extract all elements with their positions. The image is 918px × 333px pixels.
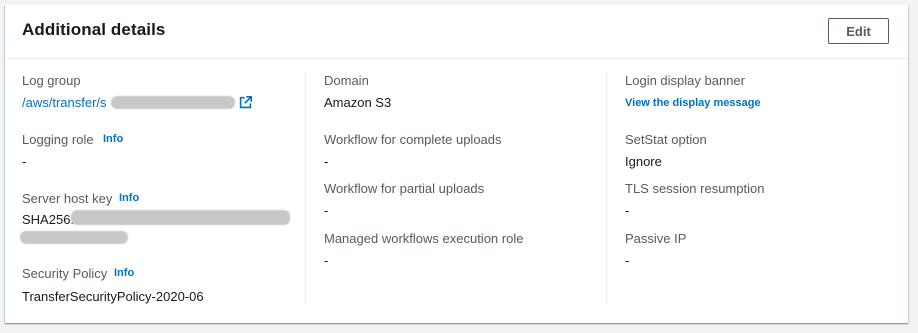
- external-link-icon[interactable]: [239, 96, 252, 109]
- view-display-message-link[interactable]: View the display message: [625, 97, 761, 109]
- workflow-complete-label: Workflow for complete uploads: [324, 132, 502, 147]
- workflow-partial-value: -: [324, 203, 329, 218]
- workflow-partial-label: Workflow for partial uploads: [324, 181, 485, 196]
- passive-ip-value: -: [625, 253, 630, 268]
- server-host-key-value: SHA256:: [22, 212, 75, 227]
- column-divider-2: [606, 71, 607, 305]
- managed-role-label: Managed workflows execution role: [324, 231, 524, 246]
- logging-role-label: Logging role: [22, 132, 94, 147]
- column-divider-1: [305, 71, 306, 305]
- panel-header: Additional details Edit: [5, 5, 908, 59]
- login-banner-label: Login display banner: [625, 73, 745, 88]
- passive-ip-label: Passive IP: [625, 231, 687, 246]
- security-policy-label: Security Policy: [22, 266, 108, 281]
- redacted-log-group: [111, 96, 235, 109]
- redacted-host-key-line2: [20, 231, 128, 244]
- server-host-key-label: Server host key: [22, 191, 113, 206]
- tls-label: TLS session resumption: [625, 181, 765, 196]
- workflow-complete-value: -: [324, 154, 329, 169]
- log-group-label: Log group: [22, 73, 81, 88]
- security-policy-info-link[interactable]: Info: [114, 267, 134, 279]
- setstat-value: Ignore: [625, 154, 662, 169]
- panel-title: Additional details: [22, 20, 166, 39]
- additional-details-panel: Additional details Edit Log group /aws/t…: [5, 5, 908, 323]
- managed-role-value: -: [324, 253, 329, 268]
- log-group-link[interactable]: /aws/transfer/s: [22, 95, 107, 110]
- security-policy-value: TransferSecurityPolicy-2020-06: [22, 289, 204, 304]
- setstat-label: SetStat option: [625, 132, 707, 147]
- domain-label: Domain: [324, 73, 369, 88]
- redacted-host-key-line1: [71, 210, 290, 225]
- domain-value: Amazon S3: [324, 95, 392, 110]
- logging-role-info-link[interactable]: Info: [103, 133, 123, 145]
- edit-button[interactable]: Edit: [828, 18, 889, 44]
- logging-role-value: -: [22, 154, 27, 169]
- server-host-key-info-link[interactable]: Info: [119, 192, 139, 204]
- tls-value: -: [625, 203, 630, 218]
